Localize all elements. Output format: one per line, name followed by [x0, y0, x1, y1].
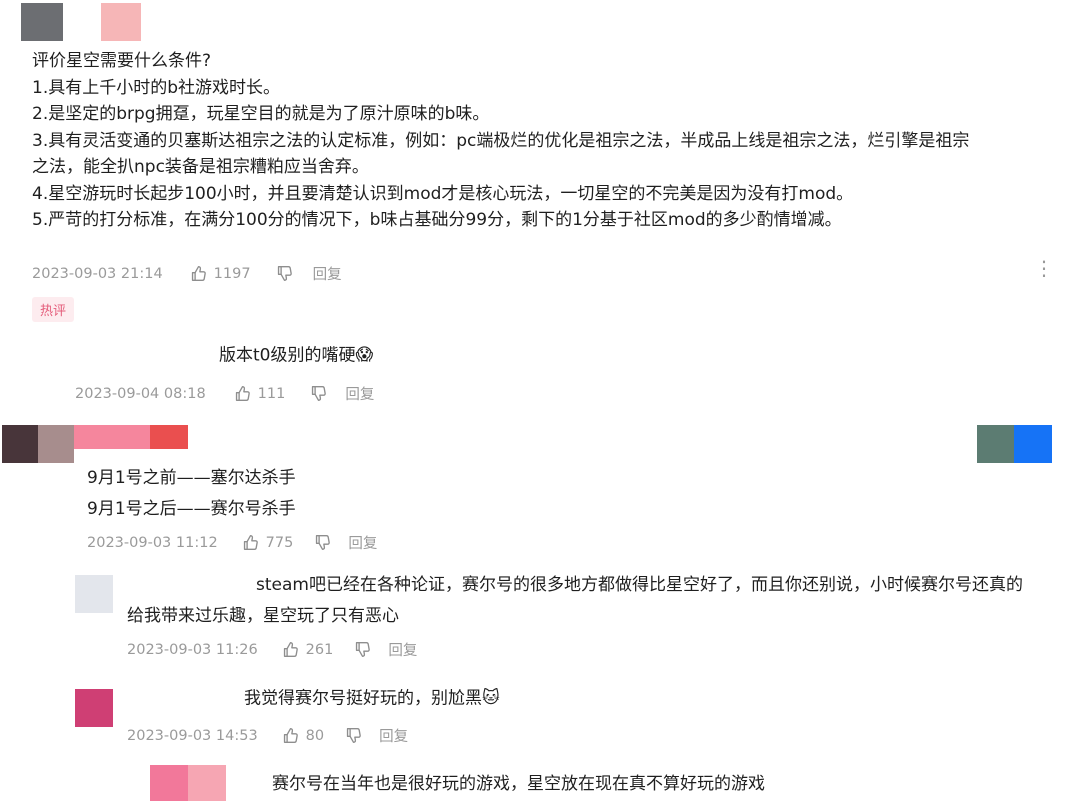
comment-line: 4.星空游玩时长起步100小时，并且要清楚认识到mod才是核心玩法，一切星空的不… — [32, 183, 854, 204]
more-vertical-icon[interactable]: ⋮ — [1034, 258, 1054, 278]
comment-line: 之法，能全扒npc装备是祖宗糟粕应当舍弃。 — [32, 157, 369, 177]
comment-line: 2.是坚定的brpg拥趸，玩星空目的就是为了原汁原味的b味。 — [32, 104, 490, 124]
reply-button[interactable]: 回复 — [345, 383, 374, 404]
like-button[interactable]: 775 — [242, 534, 294, 551]
timestamp: 2023-09-03 14:53 — [127, 727, 258, 744]
comment-line: 9月1号之前——塞尔达杀手 — [87, 468, 296, 488]
comment-line: 1.具有上千小时的b社游戏时长。 — [32, 77, 281, 98]
thumb-up-icon — [283, 642, 298, 657]
thumb-up-icon — [283, 728, 298, 743]
dislike-button[interactable] — [314, 534, 331, 551]
reply-content: 我觉得赛尔号挺好玩的，别尬黑 — [244, 688, 482, 709]
like-button[interactable]: 80 — [282, 727, 324, 744]
timestamp: 2023-09-03 11:12 — [87, 534, 218, 551]
like-count: 1197 — [213, 265, 251, 282]
comment-line: 评价星空需要什么条件? — [32, 51, 212, 71]
like-button[interactable]: 111 — [234, 385, 286, 402]
username-redacted — [38, 425, 74, 463]
reply-meta: 2023-09-03 14:53 80 回复 — [127, 725, 408, 746]
reply-text: 版本t0级别的嘴硬😱 — [219, 342, 373, 369]
like-count: 111 — [257, 385, 286, 402]
like-button[interactable]: 261 — [282, 641, 334, 658]
comment-line: 3.具有灵活变通的贝塞斯达祖宗之法的认定标准，例如：pc端极烂的优化是祖宗之法，… — [32, 130, 970, 151]
reply-meta: 2023-09-04 08:18 111 回复 — [75, 383, 374, 404]
like-count: 80 — [305, 727, 325, 744]
like-count: 261 — [305, 641, 334, 658]
reply-content: 版本t0级别的嘴硬 — [219, 345, 356, 366]
reply-line: 给我带来过乐趣，星空玩了只有恶心 — [127, 605, 399, 626]
username-redacted — [1014, 425, 1052, 463]
dislike-button[interactable] — [276, 265, 293, 282]
reply-button[interactable]: 回复 — [348, 532, 377, 553]
comment-body: 9月1号之前——塞尔达杀手 9月1号之后——赛尔号杀手 — [87, 465, 296, 522]
reply-button[interactable]: 回复 — [388, 639, 417, 660]
reply-button[interactable]: 回复 — [313, 263, 342, 284]
cat-emoji-icon: 🐱 — [482, 688, 500, 708]
avatar[interactable] — [21, 3, 63, 41]
username-redacted — [74, 425, 150, 449]
hot-comment-badge: 热评 — [32, 297, 75, 322]
reply-body: steam吧已经在各种论证，赛尔号的很多地方都做得比星空好了，而且你还别说，小时… — [127, 572, 1023, 629]
reply-text: 赛尔号在当年也是很好玩的游戏，星空放在现在真不算好玩的游戏 — [272, 774, 765, 794]
thumb-up-icon — [191, 266, 206, 281]
timestamp: 2023-09-03 21:14 — [32, 265, 163, 282]
thumb-down-icon — [312, 386, 327, 401]
thumb-down-icon — [316, 535, 331, 550]
thumb-down-icon — [346, 728, 361, 743]
reply-line: steam吧已经在各种论证，赛尔号的很多地方都做得比星空好了，而且你还别说，小时… — [256, 575, 1023, 595]
username-redacted — [977, 425, 1014, 463]
dislike-button[interactable] — [354, 641, 371, 658]
reply-text: 我觉得赛尔号挺好玩的，别尬黑🐱 — [244, 685, 500, 712]
main-comment-body: 评价星空需要什么条件? 1.具有上千小时的b社游戏时长。 2.是坚定的brpg拥… — [32, 48, 969, 234]
comment-meta: 2023-09-03 21:14 1197 回复 — [32, 263, 342, 284]
avatar[interactable] — [75, 689, 113, 727]
username-redacted — [101, 3, 141, 41]
thumb-up-icon — [243, 535, 258, 550]
avatar[interactable] — [2, 425, 38, 463]
timestamp: 2023-09-04 08:18 — [75, 385, 206, 402]
dislike-button[interactable] — [310, 385, 327, 402]
thumb-up-icon — [235, 386, 250, 401]
like-button[interactable]: 1197 — [190, 265, 251, 282]
like-count: 775 — [265, 534, 294, 551]
timestamp: 2023-09-03 11:26 — [127, 641, 258, 658]
username-redacted — [150, 425, 188, 449]
avatar[interactable] — [150, 765, 188, 801]
comment-meta: 2023-09-03 11:12 775 回复 — [87, 532, 377, 553]
scream-emoji-icon: 😱 — [355, 345, 374, 365]
comment-line: 5.严苛的打分标准，在满分100分的情况下，b味占基础分99分，剩下的1分基于社… — [32, 210, 842, 230]
username-redacted — [188, 765, 226, 801]
comment-line: 9月1号之后——赛尔号杀手 — [87, 498, 296, 519]
avatar[interactable] — [75, 575, 113, 613]
thumb-down-icon — [356, 642, 371, 657]
thumb-down-icon — [277, 266, 292, 281]
reply-meta: 2023-09-03 11:26 261 回复 — [127, 639, 417, 660]
dislike-button[interactable] — [345, 727, 362, 744]
reply-button[interactable]: 回复 — [379, 725, 408, 746]
